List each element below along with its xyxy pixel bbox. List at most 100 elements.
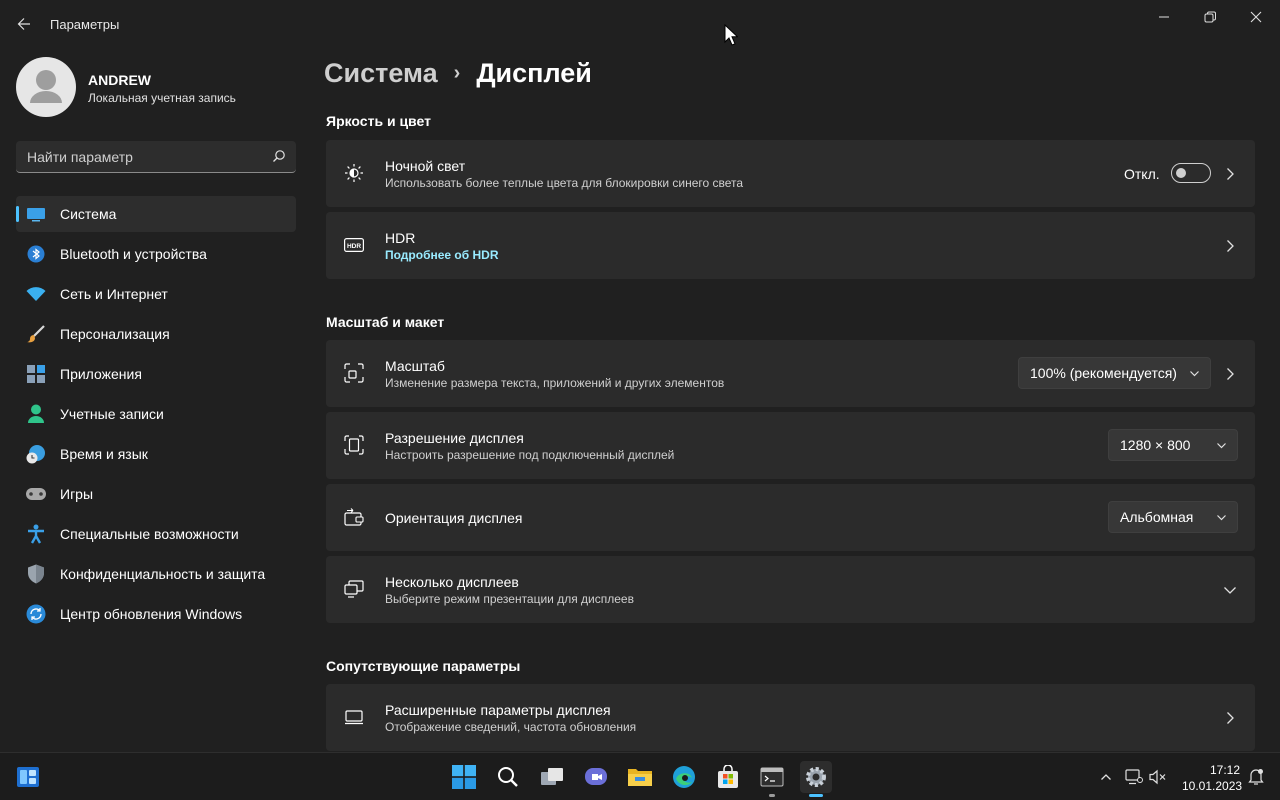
breadcrumb-parent[interactable]: Система — [324, 58, 438, 89]
hdr-icon: HDR — [344, 235, 364, 255]
toggle-knob — [1176, 168, 1186, 178]
wifi-icon — [26, 284, 46, 304]
chat-button[interactable] — [580, 761, 612, 793]
sidebar-item-accounts[interactable]: Учетные записи — [16, 396, 296, 432]
night-light-card[interactable]: Ночной свет Использовать более теплые цв… — [326, 140, 1255, 207]
monitor-icon — [344, 707, 364, 727]
orientation-icon — [344, 507, 364, 527]
sidebar-item-gaming[interactable]: Игры — [16, 476, 296, 512]
back-button[interactable] — [10, 10, 38, 38]
taskbar-search-button[interactable] — [492, 761, 524, 793]
chevron-up-icon — [1101, 774, 1111, 780]
multiple-displays-icon — [344, 579, 364, 599]
resolution-value: 1280 × 800 — [1120, 437, 1191, 453]
brush-icon — [26, 324, 46, 344]
edge-button[interactable] — [668, 761, 700, 793]
store-icon — [718, 765, 738, 788]
edge-icon — [673, 766, 695, 788]
avatar[interactable] — [16, 57, 76, 117]
sidebar-item-apps[interactable]: Приложения — [16, 356, 296, 392]
search-icon[interactable] — [272, 149, 286, 163]
chevron-down-icon[interactable] — [1223, 583, 1237, 597]
mouse-cursor-icon — [724, 24, 738, 46]
resolution-subtitle: Настроить разрешение под подключенный ди… — [385, 448, 675, 462]
widgets-button[interactable] — [12, 761, 44, 793]
scale-dropdown[interactable]: 100% (рекомендуется) — [1018, 357, 1211, 389]
sidebar-item-accessibility[interactable]: Специальные возможности — [16, 516, 296, 552]
resolution-icon — [344, 435, 364, 455]
scale-card[interactable]: Масштаб Изменение размера текста, прилож… — [326, 340, 1255, 407]
sidebar-item-time-language[interactable]: Время и язык — [16, 436, 296, 472]
minimize-button[interactable] — [1144, 4, 1184, 30]
orientation-title: Ориентация дисплея — [385, 510, 523, 526]
clock-date[interactable]: 10.01.2023 — [1182, 779, 1242, 793]
start-button[interactable] — [448, 761, 480, 793]
night-light-title: Ночной свет — [385, 158, 466, 174]
store-button[interactable] — [712, 761, 744, 793]
sidebar-item-windows-update[interactable]: Центр обновления Windows — [16, 596, 296, 632]
chevron-right-icon — [1227, 712, 1234, 724]
app-title: Параметры — [50, 17, 120, 32]
search-input[interactable] — [16, 141, 266, 172]
close-button[interactable] — [1236, 4, 1276, 30]
update-icon — [26, 604, 46, 624]
taskbar: 17:12 10.01.2023 — [0, 752, 1280, 800]
shield-icon — [26, 564, 46, 584]
sidebar-item-label: Конфиденциальность и защита — [60, 566, 266, 582]
sidebar-item-system[interactable]: Система — [16, 196, 296, 232]
file-explorer-button[interactable] — [624, 761, 656, 793]
night-light-subtitle: Использовать более теплые цвета для блок… — [385, 176, 744, 190]
notifications-button[interactable] — [1244, 765, 1268, 789]
search-box — [16, 141, 296, 173]
orientation-dropdown[interactable]: Альбомная — [1108, 501, 1238, 533]
notification-icon — [1248, 769, 1264, 785]
restore-button[interactable] — [1190, 4, 1230, 30]
night-light-toggle[interactable] — [1171, 163, 1211, 183]
sidebar-item-bluetooth[interactable]: Bluetooth и устройства — [16, 236, 296, 272]
resolution-title: Разрешение дисплея — [385, 430, 524, 446]
volume-tray-button[interactable] — [1146, 765, 1170, 789]
clock-time[interactable]: 17:12 — [1210, 763, 1240, 777]
multiple-displays-card[interactable]: Несколько дисплеев Выберите режим презен… — [326, 556, 1255, 623]
search-icon — [498, 767, 518, 787]
orientation-value: Альбомная — [1120, 509, 1194, 525]
breadcrumb: Система › Дисплей — [324, 58, 592, 89]
gamepad-icon — [26, 484, 46, 504]
night-light-state: Откл. — [1124, 166, 1160, 182]
sidebar-item-network[interactable]: Сеть и Интернет — [16, 276, 296, 312]
terminal-button[interactable] — [756, 761, 788, 797]
settings-button[interactable] — [800, 761, 832, 797]
sidebar-item-label: Центр обновления Windows — [60, 606, 243, 622]
scale-value: 100% (рекомендуется) — [1030, 365, 1177, 381]
apps-icon — [26, 364, 46, 384]
svg-text:HDR: HDR — [347, 243, 361, 250]
chevron-right-icon — [1227, 240, 1234, 252]
chevron-right-icon — [1227, 368, 1234, 380]
section-title-scale-layout: Масштаб и макет — [326, 314, 445, 330]
sidebar-item-privacy[interactable]: Конфиденциальность и защита — [16, 556, 296, 592]
close-icon — [1250, 11, 1262, 23]
network-tray-button[interactable] — [1122, 765, 1146, 789]
terminal-icon — [760, 767, 784, 787]
show-hidden-icons-button[interactable] — [1094, 765, 1118, 789]
orientation-card: Ориентация дисплея Альбомная — [326, 484, 1255, 551]
hdr-learn-more-link[interactable]: Подробнее об HDR — [385, 248, 499, 262]
sidebar-item-label: Игры — [60, 486, 94, 502]
resolution-dropdown[interactable]: 1280 × 800 — [1108, 429, 1238, 461]
task-view-button[interactable] — [536, 761, 568, 793]
section-title-related: Сопутствующие параметры — [326, 658, 521, 674]
hdr-title: HDR — [385, 230, 416, 246]
minimize-icon — [1159, 16, 1169, 18]
chevron-down-icon — [1190, 371, 1199, 377]
breadcrumb-separator: › — [453, 62, 461, 84]
globe-clock-icon — [26, 444, 46, 464]
advanced-display-card[interactable]: Расширенные параметры дисплея Отображени… — [326, 684, 1255, 751]
widgets-icon — [17, 767, 39, 787]
section-title-brightness: Яркость и цвет — [326, 113, 431, 129]
sidebar-item-personalization[interactable]: Персонализация — [16, 316, 296, 352]
system-icon — [26, 204, 46, 224]
multiple-displays-title: Несколько дисплеев — [385, 574, 519, 590]
settings-icon — [806, 767, 826, 787]
hdr-card[interactable]: HDR HDR Подробнее об HDR — [326, 212, 1255, 279]
file-explorer-icon — [628, 769, 652, 786]
